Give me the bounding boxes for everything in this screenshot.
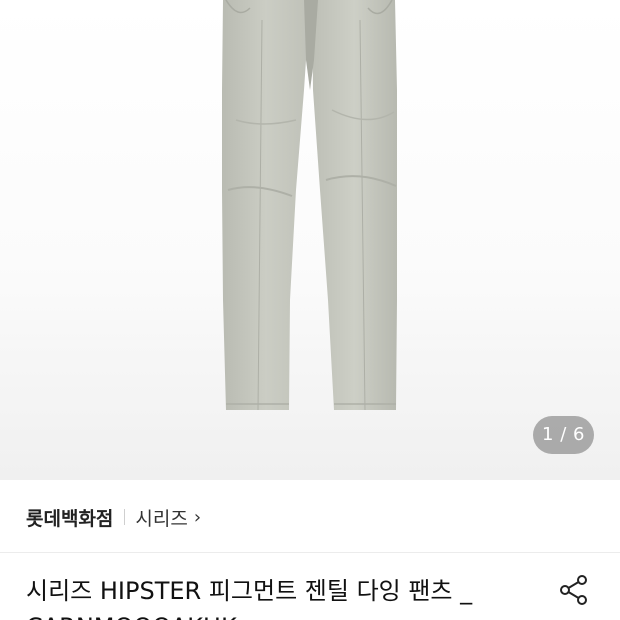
- product-image: [222, 0, 397, 411]
- breadcrumb: 롯데백화점 시리즈 ›: [26, 500, 201, 534]
- product-title: 시리즈 HIPSTER 피그먼트 젠틸 다잉 팬츠 _: [26, 577, 473, 605]
- section-divider: [0, 552, 620, 553]
- product-detail-page: 1 / 6 롯데백화점 시리즈 › 시리즈 HIPSTER 피그먼트 젠틸 다잉…: [0, 0, 620, 620]
- image-counter-badge: 1 / 6: [533, 416, 594, 454]
- breadcrumb-separator: [124, 509, 126, 525]
- chevron-right-icon: ›: [193, 506, 202, 528]
- breadcrumb-store[interactable]: 롯데백화점: [26, 504, 113, 531]
- product-title-line2: CARNMOOOAKHK: [26, 608, 237, 620]
- breadcrumb-brand-link[interactable]: 시리즈: [135, 504, 187, 531]
- share-icon: [560, 575, 587, 605]
- share-button[interactable]: [558, 574, 590, 606]
- product-image-carousel[interactable]: 1 / 6: [0, 0, 620, 480]
